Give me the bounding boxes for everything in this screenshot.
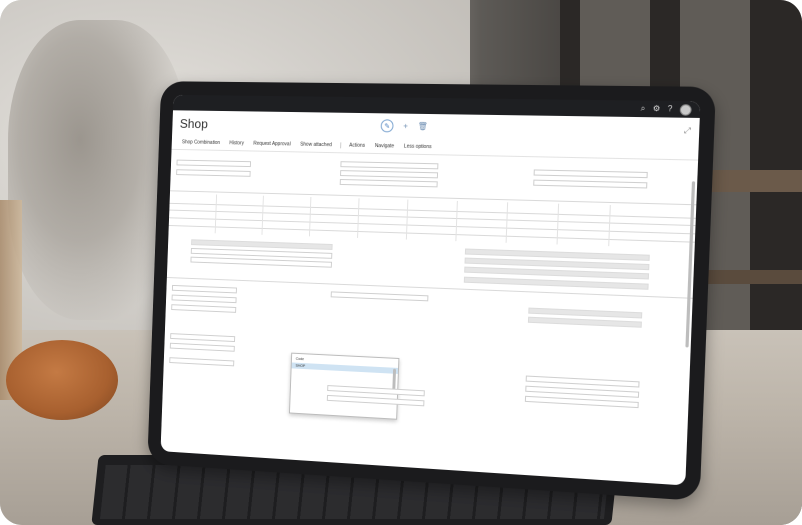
action-less-options[interactable]: Less options xyxy=(399,144,437,151)
total-field xyxy=(463,276,649,290)
grid-row-line xyxy=(169,209,696,227)
invoice-field xyxy=(527,316,642,328)
action-show-attached[interactable]: Show attached xyxy=(295,142,336,149)
general-field[interactable] xyxy=(176,169,251,177)
action-shop-combination[interactable]: Shop Combination xyxy=(177,139,225,146)
tablet: ⌕ ⚙ ? Shop ✎ + 🗑 ⤢ Shop Combination Hist… xyxy=(147,81,716,502)
help-icon[interactable]: ? xyxy=(668,104,673,113)
tablet-screen: ⌕ ⚙ ? Shop ✎ + 🗑 ⤢ Shop Combination Hist… xyxy=(160,94,701,486)
dropdown-item-code: SHOP xyxy=(295,363,306,369)
document-content: Code SHOP xyxy=(161,150,699,486)
date-field[interactable] xyxy=(340,161,439,170)
wooden-plate xyxy=(6,340,118,420)
general-field[interactable] xyxy=(176,159,252,168)
action-history[interactable]: History xyxy=(225,140,249,146)
edit-icon[interactable]: ✎ xyxy=(380,119,394,133)
settings-icon[interactable]: ⚙ xyxy=(653,104,661,113)
expand-icon[interactable]: ⤢ xyxy=(684,126,691,136)
add-icon[interactable]: + xyxy=(403,122,408,131)
invoice-field[interactable] xyxy=(171,284,237,294)
invoice-field[interactable] xyxy=(330,291,429,302)
invoice-field[interactable] xyxy=(171,294,237,304)
date-field[interactable] xyxy=(339,178,438,188)
title-actions: ✎ + 🗑 xyxy=(380,119,428,133)
payment-field[interactable] xyxy=(169,357,235,367)
text-field[interactable] xyxy=(533,179,648,189)
shipping-field[interactable] xyxy=(524,395,639,409)
divider xyxy=(170,190,697,206)
action-request-approval[interactable]: Request Approval xyxy=(248,141,295,148)
avatar[interactable] xyxy=(679,103,692,116)
invoice-field[interactable] xyxy=(171,304,237,313)
photo-scene: ⌕ ⚙ ? Shop ✎ + 🗑 ⤢ Shop Combination Hist… xyxy=(0,0,802,525)
date-field[interactable] xyxy=(533,169,648,179)
page-title: Shop xyxy=(179,116,209,132)
action-actions[interactable]: Actions xyxy=(340,142,371,149)
action-navigate[interactable]: Navigate xyxy=(370,143,399,150)
date-field[interactable] xyxy=(340,170,439,179)
payment-field[interactable] xyxy=(169,342,235,352)
total-field[interactable] xyxy=(190,256,332,268)
payment-field[interactable] xyxy=(170,333,236,343)
delete-icon[interactable]: 🗑 xyxy=(418,122,428,131)
grid-row-line xyxy=(168,225,695,243)
dropdown-column-code: Code xyxy=(295,356,305,362)
search-icon[interactable]: ⌕ xyxy=(640,104,645,113)
grid-row-line xyxy=(169,217,696,235)
